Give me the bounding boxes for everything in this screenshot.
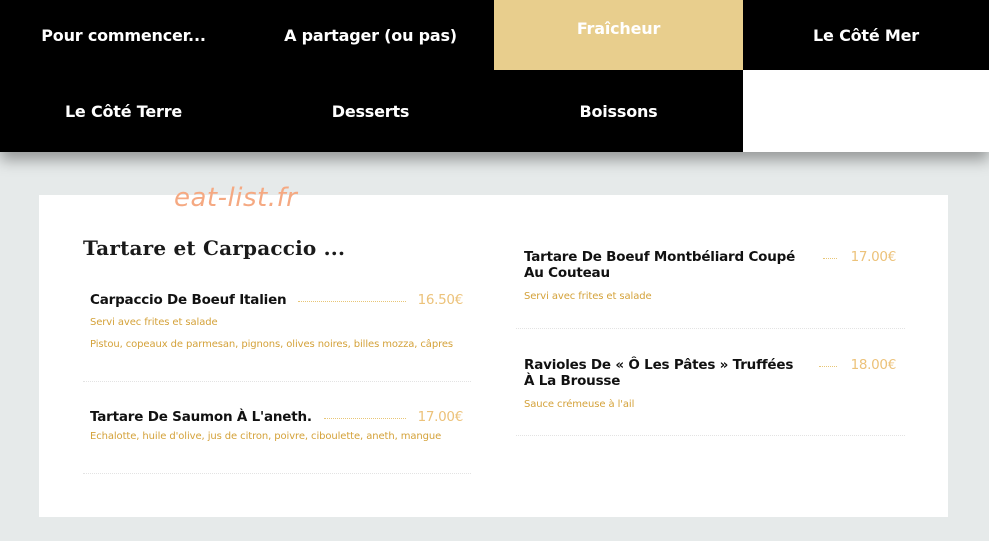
nav-item-boissons[interactable]: Boissons xyxy=(494,70,743,152)
dish-description: Servi avec frites et salade xyxy=(524,291,652,302)
dish-name: Carpaccio De Boeuf Italien xyxy=(90,292,287,308)
nav-item-fraicheur[interactable]: Fraîcheur xyxy=(494,0,743,70)
nav-empty-cell xyxy=(743,70,989,152)
dish-item: Tartare De Saumon À L'aneth. 17.00€ Echa… xyxy=(90,409,463,443)
category-nav: Pour commencer... A partager (ou pas) Fr… xyxy=(0,0,989,152)
divider xyxy=(516,328,905,329)
dotted-leader xyxy=(819,357,837,367)
dish-description: Servi avec frites et salade xyxy=(90,317,218,328)
nav-item-desserts[interactable]: Desserts xyxy=(247,70,494,152)
dish-description: Pistou, copeaux de parmesan, pignons, ol… xyxy=(90,339,454,350)
dish-price: 16.50€ xyxy=(417,292,464,308)
menu-card: eat-list.fr Tartare et Carpaccio ... Car… xyxy=(39,183,948,517)
dish-description: Echalotte, huile d'olive, jus de citron,… xyxy=(90,431,442,442)
section-title: Tartare et Carpaccio ... xyxy=(83,236,346,260)
dish-price: 18.00€ xyxy=(850,357,897,373)
dish-description: Sauce crémeuse à l'ail xyxy=(524,399,635,410)
dish-item: Ravioles De « Ô Les Pâtes » Truffées À L… xyxy=(524,357,896,411)
nav-item-cote-terre[interactable]: Le Côté Terre xyxy=(0,70,247,152)
nav-item-pour-commencer[interactable]: Pour commencer... xyxy=(0,0,247,70)
watermark: eat-list.fr xyxy=(174,183,298,213)
dish-name: Tartare De Boeuf Montbéliard Coupé Au Co… xyxy=(524,249,796,281)
dish-item: Tartare De Boeuf Montbéliard Coupé Au Co… xyxy=(524,249,896,303)
dish-name: Tartare De Saumon À L'aneth. xyxy=(90,409,312,425)
nav-item-a-partager[interactable]: A partager (ou pas) xyxy=(247,0,494,70)
divider xyxy=(516,435,905,436)
dish-item: Carpaccio De Boeuf Italien 16.50€ Servi … xyxy=(90,292,463,351)
divider xyxy=(83,473,471,474)
dish-price: 17.00€ xyxy=(417,409,464,425)
divider xyxy=(83,381,471,382)
dotted-leader xyxy=(823,249,837,259)
dish-name: Ravioles De « Ô Les Pâtes » Truffées À L… xyxy=(524,357,794,389)
dotted-leader xyxy=(323,409,406,419)
dotted-leader xyxy=(298,292,406,302)
dish-price: 17.00€ xyxy=(850,249,897,265)
nav-item-cote-mer[interactable]: Le Côté Mer xyxy=(743,0,989,70)
